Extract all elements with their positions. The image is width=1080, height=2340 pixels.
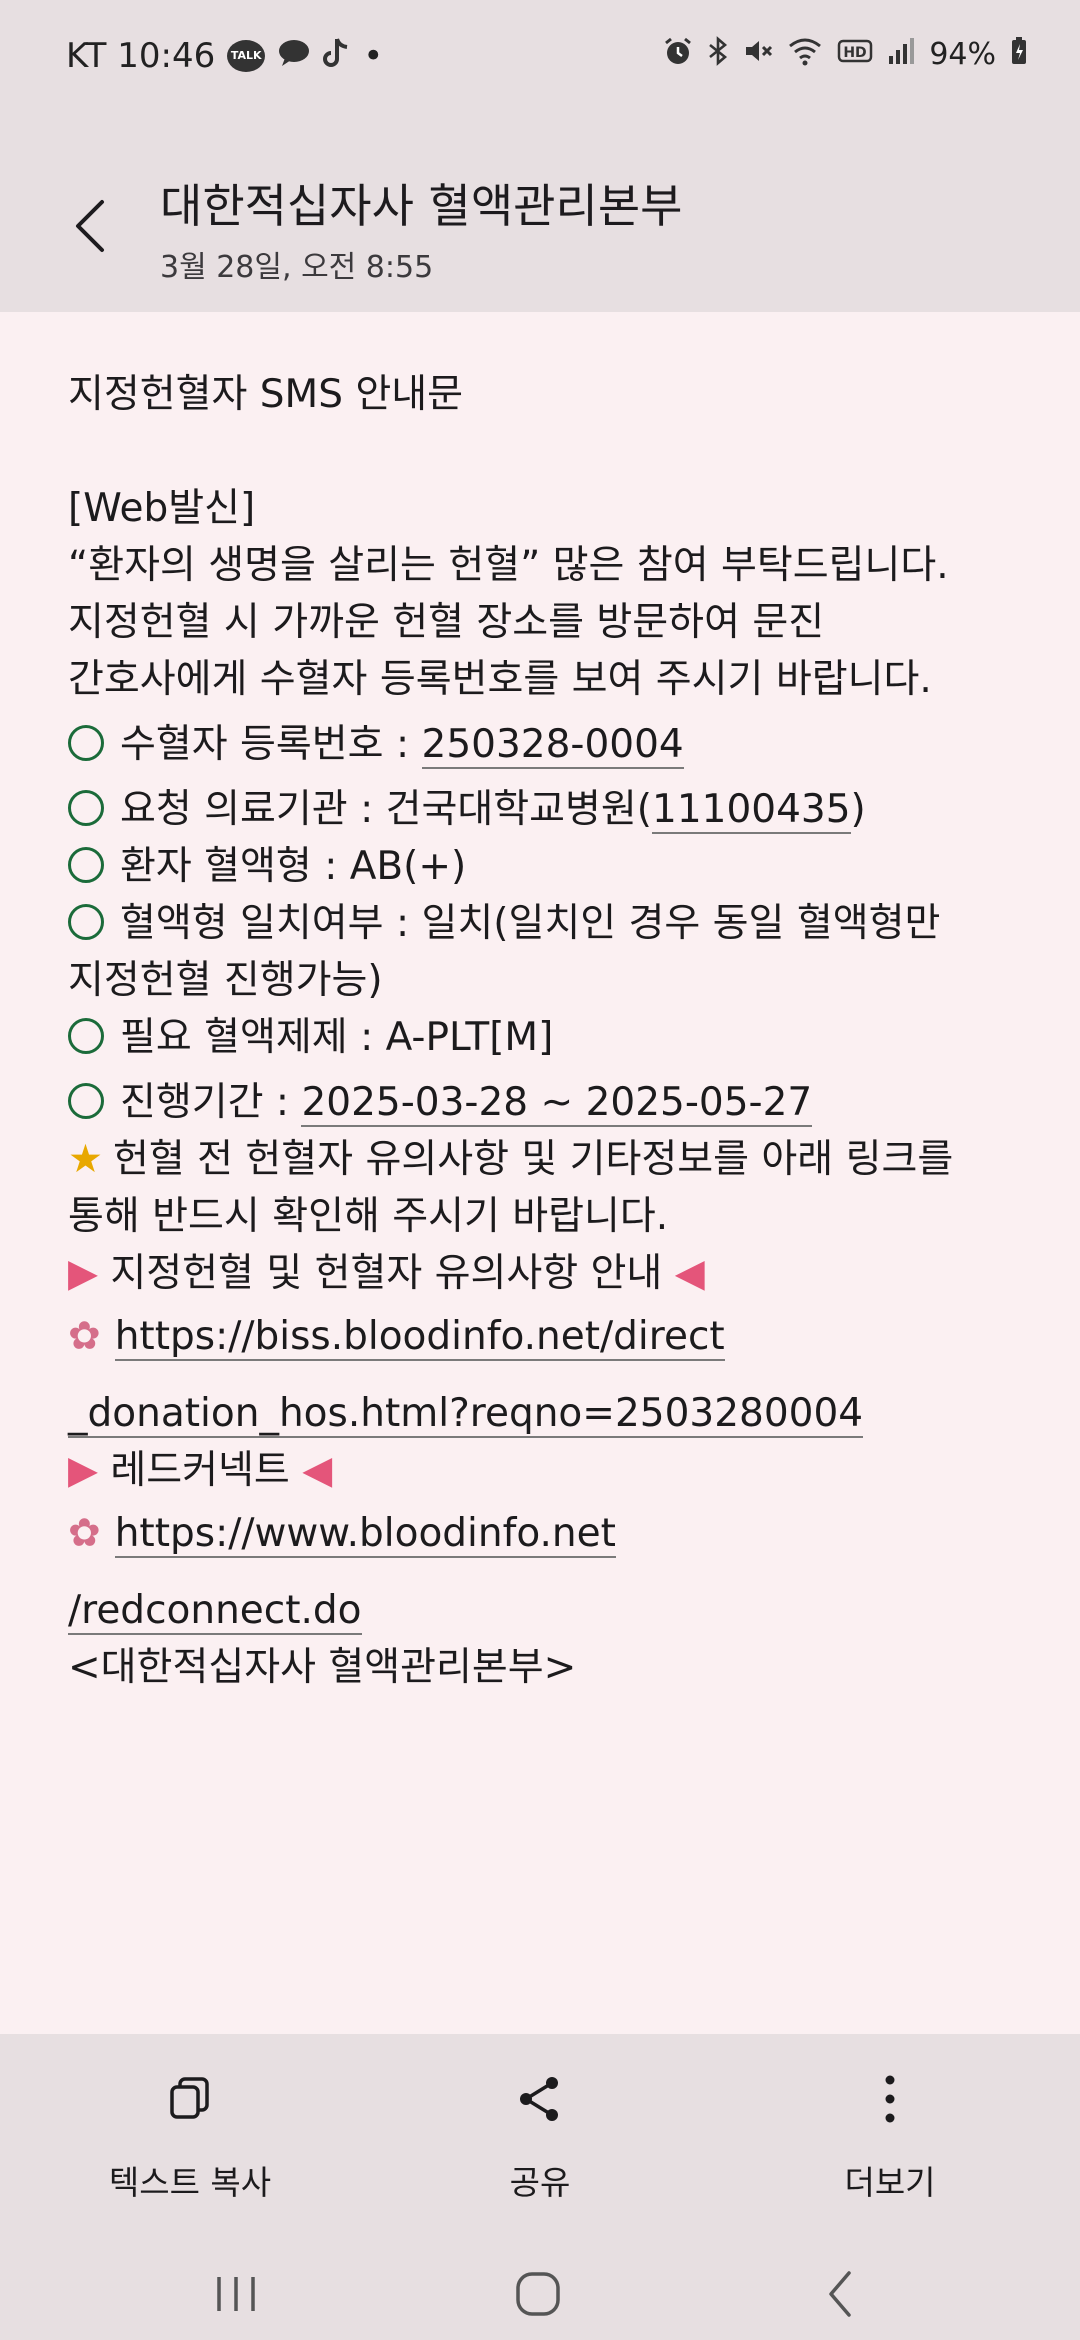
mute-icon [743,36,773,72]
copy-text-label: 텍스트 복사 [108,2163,272,2202]
recent-apps-icon [217,2277,255,2311]
more-label: 더보기 [844,2163,936,2202]
intro-line-1: “환자의 생명을 살리는 헌혈” 많은 참여 부탁드립니다. [68,543,949,588]
bottom-action-bar: 텍스트 복사 공유 더보기 [0,2034,1080,2340]
match-row: 혈액형 일치여부 : 일치(일치인 경우 동일 혈액형만 [68,895,1028,952]
message-body: 지정헌혈자 SMS 안내문 [Web발신] “환자의 생명을 살리는 헌혈” 많… [68,366,1028,1696]
registration-label: 수혈자 등록번호 : [120,722,422,767]
share-label: 공유 [509,2163,571,2202]
blood-type-row: 환자 혈액형 : AB(+) [68,838,1028,895]
back-arrow-icon [829,2271,851,2317]
back-nav-button[interactable] [800,2264,880,2324]
hospital-row: 요청 의료기관 : 건국대학교병원(11100435) [68,781,1028,838]
section2-row: ▶ 레드커넥트 ◀ [68,1442,1028,1499]
more-button[interactable]: 더보기 [770,2064,1010,2204]
section1-row: ▶ 지정헌혈 및 헌혈자 유의사항 안내 ◀ [68,1245,1028,1302]
registration-row: 수혈자 등록번호 : 250328-0004 [68,716,1028,773]
notice-text-2: 통해 반드시 확인해 주시기 바랍니다. [68,1194,669,1239]
more-vert-icon [770,2064,1010,2134]
status-left: KT 10:46 TALK • [66,36,383,76]
notification-dot: • [363,36,384,76]
battery-icon [1010,36,1028,72]
link2-row-2: /redconnect.do [68,1582,1028,1639]
circle-bullet-icon [68,1017,104,1054]
hospital-close: ) [850,787,866,832]
notice-text-1: 헌혈 전 헌혈자 유의사항 및 기타정보를 아래 링크를 [112,1137,954,1182]
back-button[interactable] [60,196,120,256]
bluetooth-icon [707,36,729,72]
match-text-2: 지정헌혈 진행가능) [68,958,383,1003]
blood-type-text: 환자 혈액형 : AB(+) [120,844,467,889]
product-row: 필요 혈액제제 : A-PLT[M] [68,1009,1028,1066]
link-biss-part2[interactable]: _donation_hos.html?reqno=2503280004 [68,1391,864,1438]
paw-emoji-icon: ✿ [68,1511,101,1556]
message-content: 지정헌혈자 SMS 안내문 [Web발신] “환자의 생명을 살리는 헌혈” 많… [0,312,1080,2034]
circle-bullet-icon [68,903,104,940]
period-row: 진행기간 : 2025-03-28 ~ 2025-05-27 [68,1074,1028,1131]
alarm-icon [663,36,693,72]
kakaotalk-icon: TALK [227,40,266,72]
section1-title: 지정헌혈 및 헌혈자 유의사항 안내 [98,1251,675,1296]
link1-row-2: _donation_hos.html?reqno=2503280004 [68,1385,1028,1442]
hd-icon: HD [837,36,873,72]
battery-percent: 94% [929,36,996,72]
match-text-1: 혈액형 일치여부 : 일치(일치인 경우 동일 혈액형만 [120,901,941,946]
period-date-link[interactable]: 2025-03-28 ~ 2025-05-27 [301,1080,813,1127]
tiktok-icon [323,37,351,75]
status-bar: KT 10:46 TALK • HD 94% [0,0,1080,118]
share-button[interactable]: 공유 [420,2064,660,2204]
svg-text:HD: HD [844,45,867,61]
circle-bullet-icon [68,846,104,883]
intro-line-2: 지정헌혈 시 가까운 헌혈 장소를 방문하여 문진 [68,600,825,645]
home-icon [516,2272,560,2316]
paw-emoji-icon: ✿ [68,1314,101,1359]
message-timestamp: 3월 28일, 오전 8:55 [160,250,434,285]
notice-row: ★ 헌혈 전 헌혈자 유의사항 및 기타정보를 아래 링크를 [68,1131,1028,1188]
copy-text-button[interactable]: 텍스트 복사 [70,2064,310,2204]
app-header: 대한적십자사 혈액관리본부 3월 28일, 오전 8:55 [0,118,1080,312]
signature: <대한적십자사 혈액관리본부> [68,1645,577,1690]
carrier-time: KT 10:46 [66,36,216,76]
hospital-code-link[interactable]: 11100435 [652,787,851,834]
circle-bullet-icon [68,789,104,826]
home-button[interactable] [498,2264,578,2324]
chat-bubble-icon [277,38,311,74]
sender-name: 대한적십자사 혈액관리본부 [160,179,683,233]
star-emoji-icon: ★ [68,1137,103,1182]
wifi-icon [787,36,823,72]
watermelon-left-icon: ◀ [674,1251,705,1296]
registration-number-link[interactable]: 250328-0004 [421,722,684,769]
link1-row: ✿ https://biss.bloodinfo.net/direct [68,1308,1028,1365]
period-label: 진행기간 : [120,1080,302,1125]
watermelon-right-icon: ▶ [68,1448,98,1493]
link-redconnect-part2[interactable]: /redconnect.do [68,1588,362,1635]
watermelon-right-icon: ▶ [68,1251,98,1296]
product-text: 필요 혈액제제 : A-PLT[M] [120,1015,554,1060]
intro-line-3: 간호사에게 수혈자 등록번호를 보여 주시기 바랍니다. [68,657,932,702]
hospital-label: 요청 의료기관 : 건국대학교병원( [120,787,652,832]
circle-bullet-icon [68,1082,104,1119]
watermelon-left-icon: ◀ [302,1448,333,1493]
link2-row: ✿ https://www.bloodinfo.net [68,1505,1028,1562]
signal-icon [887,36,915,72]
section2-title: 레드커넥트 [98,1448,303,1493]
link-redconnect-part1[interactable]: https://www.bloodinfo.net [114,1511,616,1558]
recent-apps-button[interactable] [196,2264,276,2324]
copy-icon [70,2064,310,2134]
chevron-left-icon [76,200,104,252]
status-right: HD 94% [663,36,1028,72]
share-icon [420,2064,660,2134]
web-tag: [Web발신] [68,486,256,531]
message-heading: 지정헌혈자 SMS 안내문 [68,372,463,417]
link-biss-part1[interactable]: https://biss.bloodinfo.net/direct [114,1314,725,1361]
circle-bullet-icon [68,724,104,761]
